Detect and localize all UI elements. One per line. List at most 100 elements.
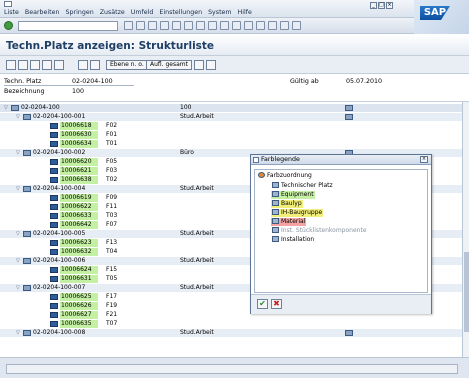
print-list-icon[interactable]	[78, 60, 88, 70]
location-room-type: Stud.Arbeit	[180, 113, 214, 120]
legend-item[interactable]: Installation	[271, 236, 315, 244]
menu-liste[interactable]: Liste	[4, 9, 19, 16]
expand-toggle-icon[interactable]: ▽	[16, 230, 20, 238]
menu-einstellungen[interactable]: Einstellungen	[159, 9, 202, 16]
location-room-type: Stud.Arbeit	[180, 257, 214, 264]
object-link-icon[interactable]	[345, 330, 353, 336]
expand-all-button[interactable]: Aufl. gesamt	[146, 60, 193, 70]
equipment-number: 10006631	[60, 275, 98, 283]
menu-umfeld[interactable]: Umfeld	[131, 9, 154, 16]
menu-springen[interactable]: Springen	[66, 9, 94, 16]
equipment-icon	[50, 204, 58, 210]
legend-item[interactable]: IH-Baugruppe	[271, 209, 324, 217]
expand-icon[interactable]	[30, 60, 40, 70]
new-session-icon[interactable]	[256, 21, 265, 30]
functional-location-row[interactable]: ▽ 02-0204-100-008 Stud.Arbeit	[0, 329, 462, 337]
equipment-icon	[50, 222, 58, 228]
find-icon[interactable]	[184, 21, 193, 30]
list-icon[interactable]	[54, 60, 64, 70]
exit-icon[interactable]	[148, 21, 157, 30]
maximize-button[interactable]: □	[378, 2, 385, 9]
object-link-icon[interactable]	[345, 114, 353, 120]
equipment-row[interactable]: 10006630 F01	[0, 131, 462, 139]
expand-toggle-icon[interactable]: ▽	[4, 104, 8, 112]
techn-platz-label: Techn. Platz	[4, 78, 42, 85]
legend-item[interactable]: Equipment	[271, 191, 315, 199]
location-label: 02-0204-100-006	[33, 257, 86, 264]
equipment-row[interactable]: 10006635 T07	[0, 320, 462, 328]
legend-item[interactable]: Material	[271, 218, 307, 226]
prev-page-icon[interactable]	[220, 21, 229, 30]
confirm-button[interactable]: ✔	[257, 299, 268, 309]
scrollbar-thumb[interactable]	[464, 252, 469, 332]
menu-bearbeiten[interactable]: Bearbeiten	[25, 9, 60, 16]
legend-item[interactable]: Technischer Platz	[271, 182, 334, 190]
first-page-icon[interactable]	[208, 21, 217, 30]
enter-icon[interactable]	[4, 21, 13, 30]
gueltig-ab-label: Gültig ab	[290, 78, 319, 85]
shortcut-icon[interactable]	[268, 21, 277, 30]
window-menu-icon[interactable]	[4, 1, 12, 7]
hierarchy-icon[interactable]	[194, 60, 204, 70]
equipment-position: F13	[106, 239, 118, 246]
export-icon[interactable]	[90, 60, 100, 70]
equipment-position: T05	[106, 275, 118, 282]
layout-icon[interactable]	[292, 21, 301, 30]
detail-icon[interactable]	[18, 60, 28, 70]
location-label: 02-0204-100-004	[33, 185, 86, 192]
equipment-row[interactable]: 10006634 T01	[0, 140, 462, 148]
close-window-button[interactable]: ×	[386, 2, 393, 9]
vertical-scrollbar[interactable]	[462, 102, 469, 357]
expand-toggle-icon[interactable]: ▽	[16, 329, 20, 337]
collapse-icon[interactable]	[42, 60, 52, 70]
equipment-number: 10006622	[60, 203, 98, 211]
save-icon[interactable]	[124, 21, 133, 30]
menu-zusaetze[interactable]: Zusätze	[100, 9, 125, 16]
print-icon[interactable]	[172, 21, 181, 30]
expand-toggle-icon[interactable]: ▽	[16, 185, 20, 193]
equipment-number: 10006630	[60, 131, 98, 139]
command-field[interactable]	[18, 21, 118, 31]
expand-toggle-icon[interactable]: ▽	[16, 113, 20, 121]
functional-location-row[interactable]: ▽ 02-0204-100-001 Stud.Arbeit	[0, 113, 462, 121]
color-legend-icon[interactable]	[206, 60, 216, 70]
expand-toggle-icon[interactable]: ▽	[16, 257, 20, 265]
status-bar	[0, 357, 469, 378]
find-next-icon[interactable]	[196, 21, 205, 30]
last-page-icon[interactable]	[244, 21, 253, 30]
menu-hilfe[interactable]: Hilfe	[238, 9, 252, 16]
location-label: 02-0204-100-002	[33, 149, 86, 156]
next-page-icon[interactable]	[232, 21, 241, 30]
functional-location-row[interactable]: ▽ 02-0204-100 100	[0, 104, 462, 112]
dialog-icon	[253, 157, 259, 163]
legend-item-label: Material	[281, 218, 306, 225]
expand-toggle-icon[interactable]: ▽	[16, 149, 20, 157]
menu-system[interactable]: System	[208, 9, 231, 16]
equipment-icon	[50, 240, 58, 246]
equipment-row[interactable]: 10006618 F02	[0, 122, 462, 130]
display-icon[interactable]	[6, 60, 16, 70]
cancel-button[interactable]: ✖	[271, 299, 282, 309]
back-icon[interactable]	[136, 21, 145, 30]
legend-root[interactable]: Farbzuordnung	[257, 172, 313, 180]
legend-item[interactable]: Inst. Stücklistenkomponente	[271, 227, 368, 235]
equipment-position: T01	[106, 140, 118, 147]
expand-toggle-icon[interactable]: ▽	[16, 284, 20, 292]
legend-item[interactable]: Baulyp	[271, 200, 303, 208]
level-up-button[interactable]: Ebene n. o.	[106, 60, 148, 70]
minimize-button[interactable]: _	[370, 2, 377, 9]
color-assignment-icon	[258, 172, 265, 178]
dialog-close-icon[interactable]: ×	[420, 156, 428, 163]
bezeichnung-value: 100	[72, 88, 85, 95]
legend-item-icon	[272, 191, 279, 197]
cancel-icon[interactable]	[160, 21, 169, 30]
help-icon[interactable]	[280, 21, 289, 30]
color-legend-dialog: Farblegende × Farbzuordnung Technischer P…	[250, 154, 432, 314]
title-bar: Techn.Platz anzeigen: Strukturliste	[0, 34, 469, 56]
equipment-position: T04	[106, 248, 118, 255]
page-title: Techn.Platz anzeigen: Strukturliste	[6, 40, 215, 52]
location-label: 02-0204-100-005	[33, 230, 86, 237]
object-link-icon[interactable]	[345, 105, 353, 111]
equipment-number: 10006619	[60, 194, 98, 202]
standard-toolbar-icons	[124, 21, 301, 30]
